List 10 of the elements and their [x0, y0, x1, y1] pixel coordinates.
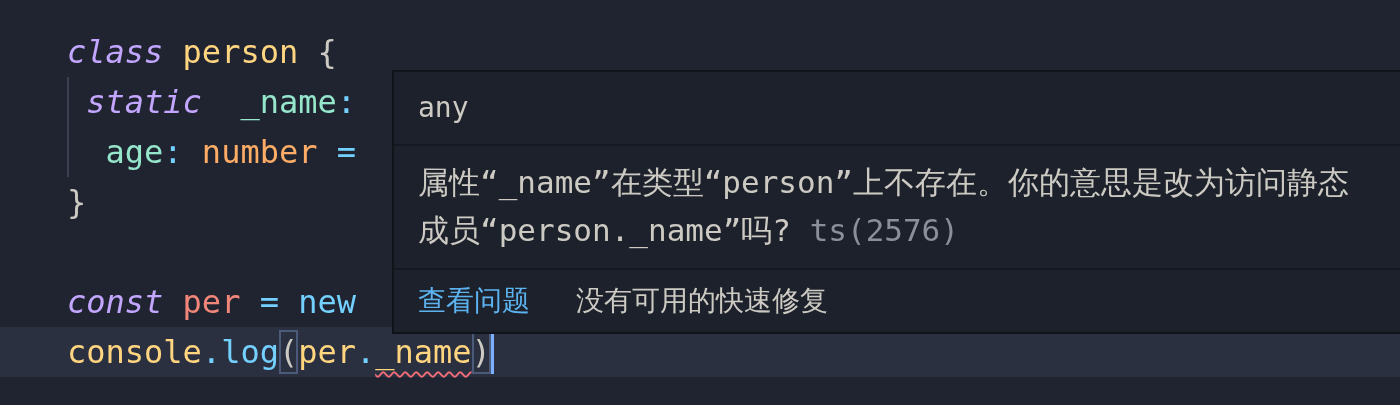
current-line: console.log(per._name) [67, 327, 491, 377]
error-message: 属性“_name”在类型“person”上不存在。你的意思是改为访问静态成员“person._name”吗? ts(2576) [418, 163, 1350, 251]
code-line: age: number = [104, 132, 356, 173]
code-line: } [67, 182, 87, 223]
code-line: static _name: [85, 82, 356, 123]
code-line: const per = new [67, 282, 356, 323]
type-label: any [418, 91, 469, 124]
view-problem-link[interactable]: 查看问题 [418, 282, 530, 320]
code-line: class person { [67, 32, 337, 73]
quick-fix-note: 没有可用的快速修复 [576, 283, 828, 319]
